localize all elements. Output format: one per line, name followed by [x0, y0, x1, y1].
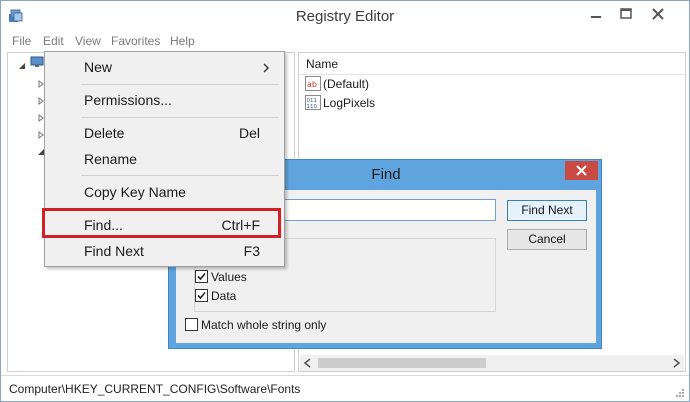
menu-item-label: Delete [84, 125, 125, 141]
resize-grip-icon[interactable] [673, 386, 685, 398]
menu-help[interactable]: Help [170, 34, 195, 48]
scroll-right-icon[interactable] [670, 357, 682, 369]
close-icon[interactable] [565, 161, 598, 180]
maximize-icon[interactable] [613, 5, 639, 23]
status-bar: Computer\HKEY_CURRENT_CONFIG\Software\Fo… [1, 375, 689, 401]
scroll-left-icon[interactable] [302, 357, 314, 369]
menu-separator [81, 175, 279, 176]
checkbox-unchecked-icon[interactable] [185, 318, 198, 331]
column-header[interactable]: Name [299, 53, 685, 75]
column-name[interactable]: Name [306, 57, 338, 71]
checkbox-checked-icon[interactable] [195, 289, 208, 302]
menu-item-rename[interactable]: Rename [45, 148, 284, 170]
title-bar: Registry Editor [1, 1, 689, 31]
checkbox-label: Data [211, 289, 237, 303]
menu-item-label: Find Next [84, 243, 144, 259]
menu-view[interactable]: View [75, 34, 101, 48]
find-next-button[interactable]: Find Next [507, 200, 587, 221]
value-name: (Default) [323, 77, 370, 91]
menu-item-permissions[interactable]: Permissions... [45, 89, 284, 111]
scrollbar-thumb[interactable] [318, 358, 486, 368]
checkbox-label: Match whole string only [201, 318, 327, 332]
menu-item-find-next[interactable]: Find Next F3 [45, 240, 284, 262]
menu-item-new[interactable]: New [45, 56, 284, 78]
svg-text:ab: ab [307, 80, 317, 89]
expanded-arrow-icon[interactable] [18, 59, 26, 69]
menu-edit[interactable]: Edit [43, 34, 64, 48]
menu-item-label: Permissions... [84, 92, 172, 108]
status-path: Computer\HKEY_CURRENT_CONFIG\Software\Fo… [9, 382, 301, 396]
menu-item-label: Rename [84, 151, 137, 167]
svg-text:110: 110 [307, 104, 318, 110]
find-highlight-outline [42, 208, 281, 238]
find-what-input[interactable] [282, 199, 496, 221]
menu-separator [81, 117, 279, 118]
menu-item-shortcut: Del [238, 125, 260, 141]
minimize-icon[interactable] [583, 5, 609, 23]
menu-bar: File Edit View Favorites Help [1, 32, 689, 50]
checkbox-label: Values [211, 270, 247, 284]
menu-favorites[interactable]: Favorites [111, 34, 160, 48]
value-name: LogPixels [323, 96, 376, 110]
close-icon[interactable] [645, 5, 671, 23]
menu-separator [81, 84, 279, 85]
menu-item-delete[interactable]: Delete Del [45, 122, 284, 144]
menu-item-label: Copy Key Name [84, 184, 186, 200]
binary-value-icon: 011 110 [305, 95, 321, 110]
horizontal-scrollbar[interactable] [300, 355, 684, 371]
menu-file[interactable]: File [12, 34, 31, 48]
submenu-arrow-icon [263, 62, 270, 73]
menu-item-copy-key-name[interactable]: Copy Key Name [45, 181, 284, 203]
menu-item-shortcut: F3 [243, 243, 260, 259]
string-value-icon: ab [305, 76, 321, 91]
checkbox-checked-icon[interactable] [195, 270, 208, 283]
menu-item-label: New [84, 59, 113, 75]
computer-icon [30, 56, 44, 68]
cancel-button[interactable]: Cancel [507, 229, 587, 250]
